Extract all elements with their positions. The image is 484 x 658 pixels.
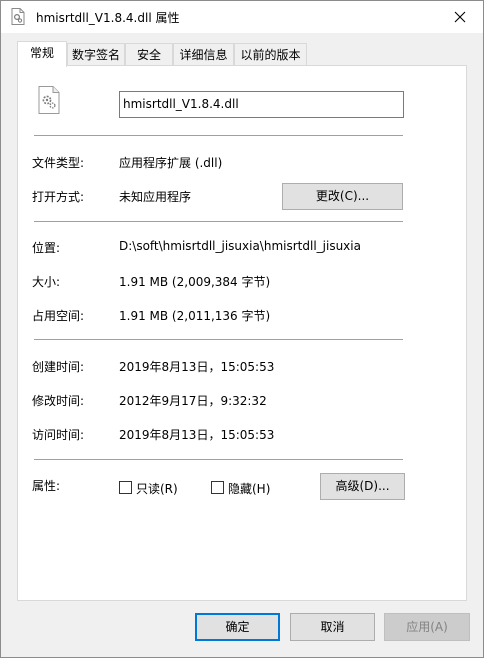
separator bbox=[34, 459, 403, 461]
separator bbox=[34, 221, 403, 223]
close-button[interactable] bbox=[437, 1, 483, 33]
separator bbox=[34, 135, 403, 137]
dll-file-gear-icon bbox=[38, 86, 60, 114]
location-value: D:\soft\hmisrtdll_jisuxia\hmisrtdll_jisu… bbox=[119, 239, 361, 253]
title-bar[interactable]: hmisrtdll_V1.8.4.dll 属性 bbox=[1, 1, 483, 33]
location-label: 位置: bbox=[32, 241, 61, 255]
size-on-disk-value: 1.91 MB (2,011,136 字节) bbox=[119, 309, 271, 323]
size-on-disk-label: 占用空间: bbox=[32, 309, 85, 323]
readonly-label[interactable]: 只读(R) bbox=[136, 480, 178, 497]
modified-label: 修改时间: bbox=[32, 394, 85, 408]
file-type-label: 文件类型: bbox=[32, 156, 85, 170]
opens-with-value: 未知应用程序 bbox=[119, 190, 192, 204]
accessed-value: 2019年8月13日，15:05:53 bbox=[119, 428, 275, 442]
modified-value: 2012年9月17日，9:32:32 bbox=[119, 394, 267, 408]
general-tab-panel: hmisrtdll_V1.8.4.dll 文件类型: 应用程序扩展 (.dll)… bbox=[17, 65, 467, 601]
created-value: 2019年8月13日，15:05:53 bbox=[119, 360, 275, 374]
tab-general[interactable]: 常规 bbox=[17, 41, 67, 67]
hidden-label[interactable]: 隐藏(H) bbox=[228, 480, 270, 497]
separator bbox=[34, 339, 403, 341]
created-label: 创建时间: bbox=[32, 360, 85, 374]
dll-file-icon bbox=[11, 8, 25, 25]
hidden-checkbox[interactable] bbox=[211, 481, 224, 494]
size-value: 1.91 MB (2,009,384 字节) bbox=[119, 275, 271, 289]
attributes-label: 属性: bbox=[32, 479, 61, 493]
readonly-checkbox[interactable] bbox=[119, 481, 132, 494]
file-type-value: 应用程序扩展 (.dll) bbox=[119, 156, 223, 170]
ok-button[interactable]: 确定 bbox=[195, 613, 280, 641]
tab-previous-versions[interactable]: 以前的版本 bbox=[234, 43, 307, 65]
cancel-button[interactable]: 取消 bbox=[290, 613, 375, 641]
tab-details[interactable]: 详细信息 bbox=[173, 43, 234, 65]
window-title: hmisrtdll_V1.8.4.dll 属性 bbox=[36, 11, 180, 25]
properties-dialog: hmisrtdll_V1.8.4.dll 属性 常规 数字签名 安全 详细信息 … bbox=[0, 0, 484, 658]
accessed-label: 访问时间: bbox=[32, 428, 85, 442]
change-button[interactable]: 更改(C)... bbox=[282, 183, 403, 210]
opens-with-label: 打开方式: bbox=[32, 190, 85, 204]
file-name-input[interactable]: hmisrtdll_V1.8.4.dll bbox=[119, 91, 404, 118]
advanced-button[interactable]: 高级(D)... bbox=[320, 473, 405, 500]
apply-button[interactable]: 应用(A) bbox=[384, 613, 470, 641]
tab-security[interactable]: 安全 bbox=[125, 43, 173, 65]
close-icon bbox=[454, 11, 466, 23]
size-label: 大小: bbox=[32, 275, 61, 289]
tab-digital-signatures[interactable]: 数字签名 bbox=[67, 43, 125, 65]
